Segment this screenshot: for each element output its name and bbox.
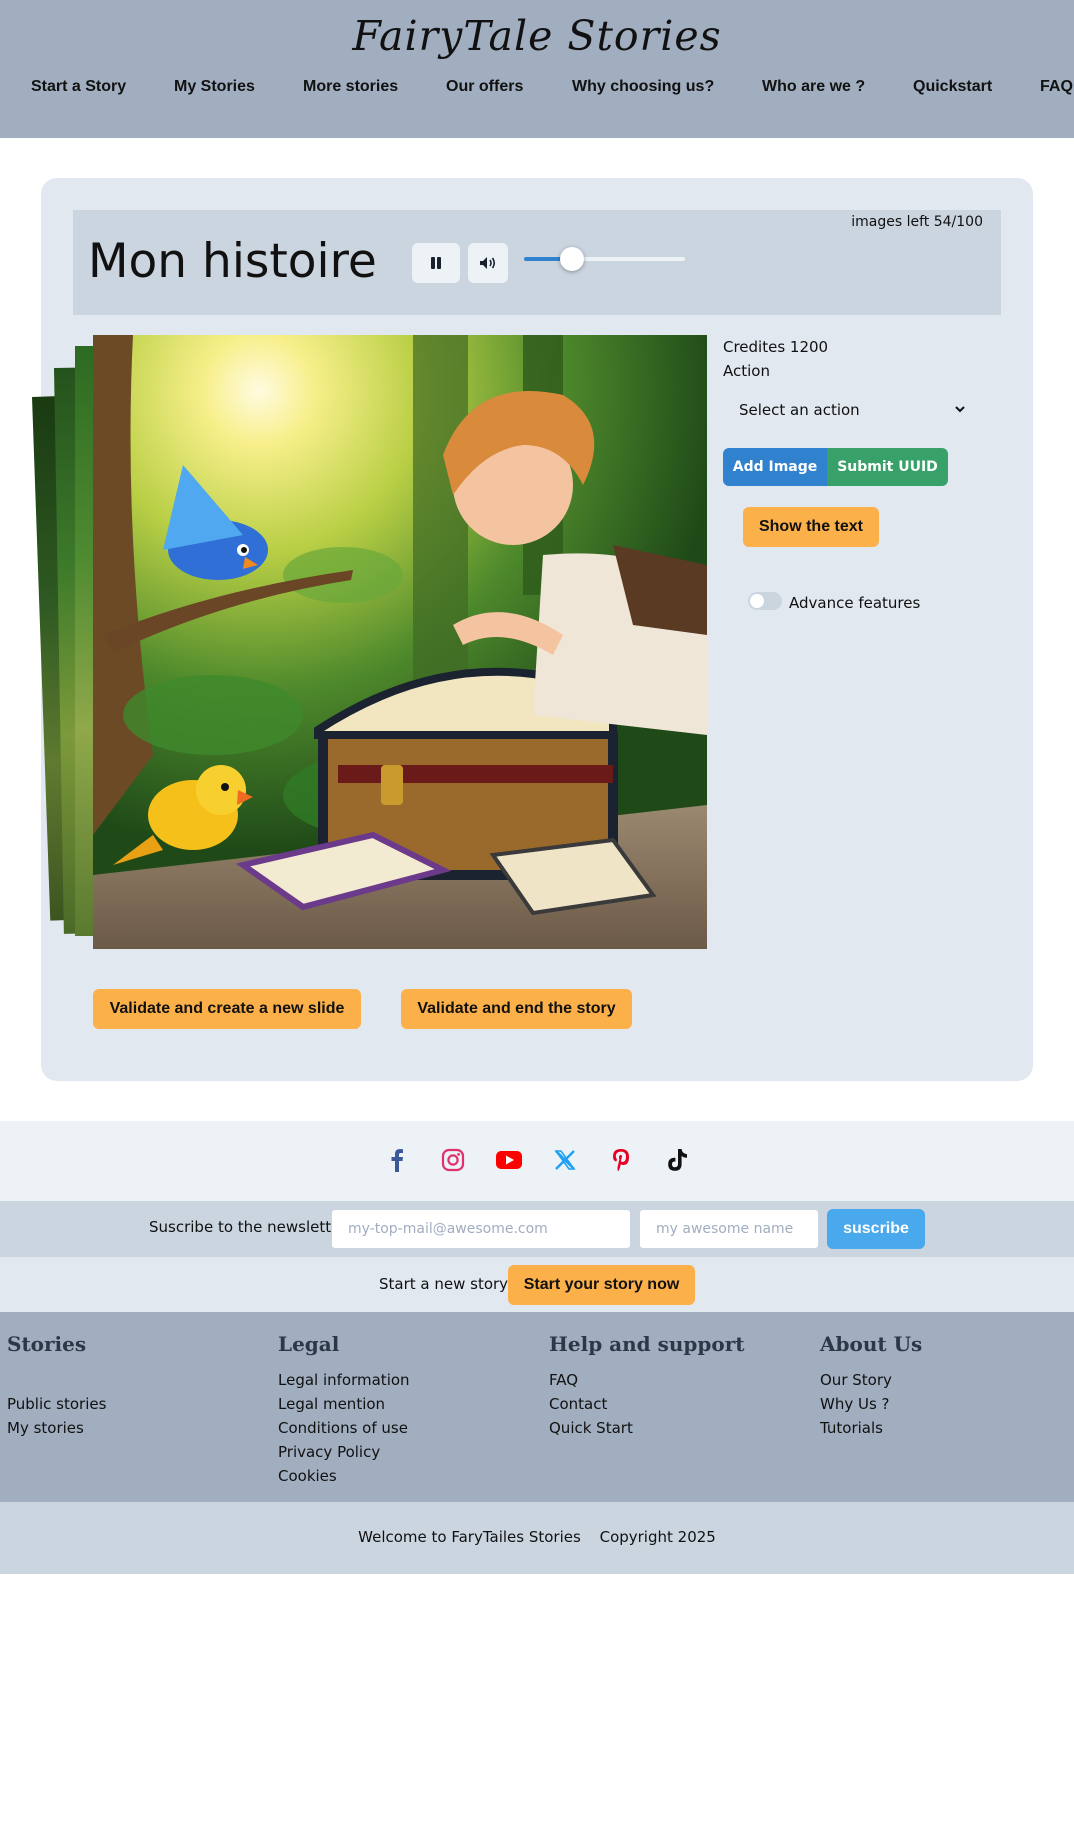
newsletter-label: Suscribe to the newsletter — [149, 1218, 347, 1236]
footer-link-privacy[interactable]: Privacy Policy — [278, 1440, 410, 1464]
action-select[interactable]: Select an action — [723, 395, 978, 427]
footer-link-faq[interactable]: FAQ — [549, 1368, 745, 1392]
validate-end-story-button[interactable]: Validate and end the story — [401, 989, 632, 1029]
x-icon[interactable] — [550, 1145, 580, 1175]
footer-link-tutorials[interactable]: Tutorials — [820, 1416, 922, 1440]
story-illustration — [93, 335, 707, 949]
footer-link-public-stories[interactable]: Public stories — [7, 1392, 106, 1416]
advance-features-toggle[interactable] — [748, 592, 782, 610]
images-left-counter: images left 54/100 — [851, 214, 983, 230]
facebook-icon[interactable] — [382, 1145, 412, 1175]
footer-link-legal-information[interactable]: Legal information — [278, 1368, 410, 1392]
footer-col-help: Help and support FAQ Contact Quick Start — [549, 1332, 745, 1440]
volume-button[interactable] — [468, 243, 508, 283]
pinterest-icon[interactable] — [606, 1145, 636, 1175]
show-text-button[interactable]: Show the text — [743, 507, 879, 547]
tiktok-icon[interactable] — [662, 1145, 692, 1175]
action-label: Action — [723, 362, 770, 380]
story-header: images left 54/100 Mon histoire — [73, 210, 1001, 315]
footer-link-contact[interactable]: Contact — [549, 1392, 745, 1416]
subscribe-button[interactable]: suscribe — [827, 1209, 925, 1249]
chevron-down-icon — [955, 406, 965, 413]
social-links — [0, 1121, 1074, 1201]
footer-link-cookies[interactable]: Cookies — [278, 1464, 410, 1488]
newsletter-email-input[interactable] — [331, 1209, 631, 1249]
footer-link-legal-mention[interactable]: Legal mention — [278, 1392, 410, 1416]
site-footer: Stories Public stories My stories Legal … — [0, 1312, 1074, 1502]
instagram-icon[interactable] — [438, 1145, 468, 1175]
newsletter-bar: Suscribe to the newsletter suscribe — [0, 1201, 1074, 1257]
start-story-button[interactable]: Start your story now — [508, 1265, 695, 1305]
site-header: FairyTale Stories Start a Story My Stori… — [0, 0, 1074, 138]
credits-label: Credites 1200 — [723, 338, 829, 356]
validate-new-slide-button[interactable]: Validate and create a new slide — [93, 989, 361, 1029]
nav-start-story[interactable]: Start a Story — [31, 78, 126, 96]
submit-uuid-button[interactable]: Submit UUID — [827, 448, 948, 486]
site-logo[interactable]: FairyTale Stories — [0, 12, 1074, 60]
nav-who-are-we[interactable]: Who are we ? — [762, 78, 865, 96]
nav-faq[interactable]: FAQ — [1040, 78, 1073, 96]
volume-slider[interactable] — [524, 247, 685, 271]
story-title: Mon histoire — [88, 234, 377, 289]
start-story-label: Start a new story — [379, 1275, 509, 1293]
welcome-text: Welcome to FaryTailes Stories — [358, 1528, 581, 1546]
main-nav: Start a Story My Stories More stories Ou… — [0, 78, 1074, 102]
start-story-bar: Start a new story Start your story now — [0, 1257, 1074, 1312]
pause-icon — [431, 257, 441, 269]
copyright-bar: Welcome to FaryTailes Stories Copyright … — [0, 1502, 1074, 1574]
pause-button[interactable] — [412, 243, 460, 283]
footer-link-quick-start[interactable]: Quick Start — [549, 1416, 745, 1440]
copyright-text: Copyright 2025 — [599, 1528, 716, 1546]
footer-legal-title: Legal — [278, 1332, 340, 1356]
nav-more-stories[interactable]: More stories — [303, 78, 398, 96]
footer-about-title: About Us — [820, 1332, 923, 1356]
advance-features-label: Advance features — [789, 594, 921, 612]
add-image-button[interactable]: Add Image — [723, 448, 827, 486]
footer-col-about: About Us Our Story Why Us ? Tutorials — [820, 1332, 922, 1440]
footer-link-our-story[interactable]: Our Story — [820, 1368, 922, 1392]
footer-col-legal: Legal Legal information Legal mention Co… — [278, 1332, 410, 1488]
action-select-value: Select an action — [739, 401, 860, 419]
footer-help-title: Help and support — [549, 1332, 745, 1356]
footer-link-my-stories[interactable]: My stories — [7, 1416, 106, 1440]
speaker-icon — [480, 257, 496, 269]
footer-stories-title: Stories — [7, 1332, 87, 1356]
youtube-icon[interactable] — [494, 1145, 524, 1175]
nav-why-choosing[interactable]: Why choosing us? — [572, 78, 714, 96]
footer-link-conditions[interactable]: Conditions of use — [278, 1416, 410, 1440]
nav-my-stories[interactable]: My Stories — [174, 78, 255, 96]
nav-our-offers[interactable]: Our offers — [446, 78, 523, 96]
footer-col-stories: Stories Public stories My stories — [7, 1332, 106, 1440]
footer-link-why-us[interactable]: Why Us ? — [820, 1392, 922, 1416]
nav-quickstart[interactable]: Quickstart — [913, 78, 992, 96]
volume-slider-thumb[interactable] — [560, 247, 585, 271]
newsletter-name-input[interactable] — [639, 1209, 819, 1249]
